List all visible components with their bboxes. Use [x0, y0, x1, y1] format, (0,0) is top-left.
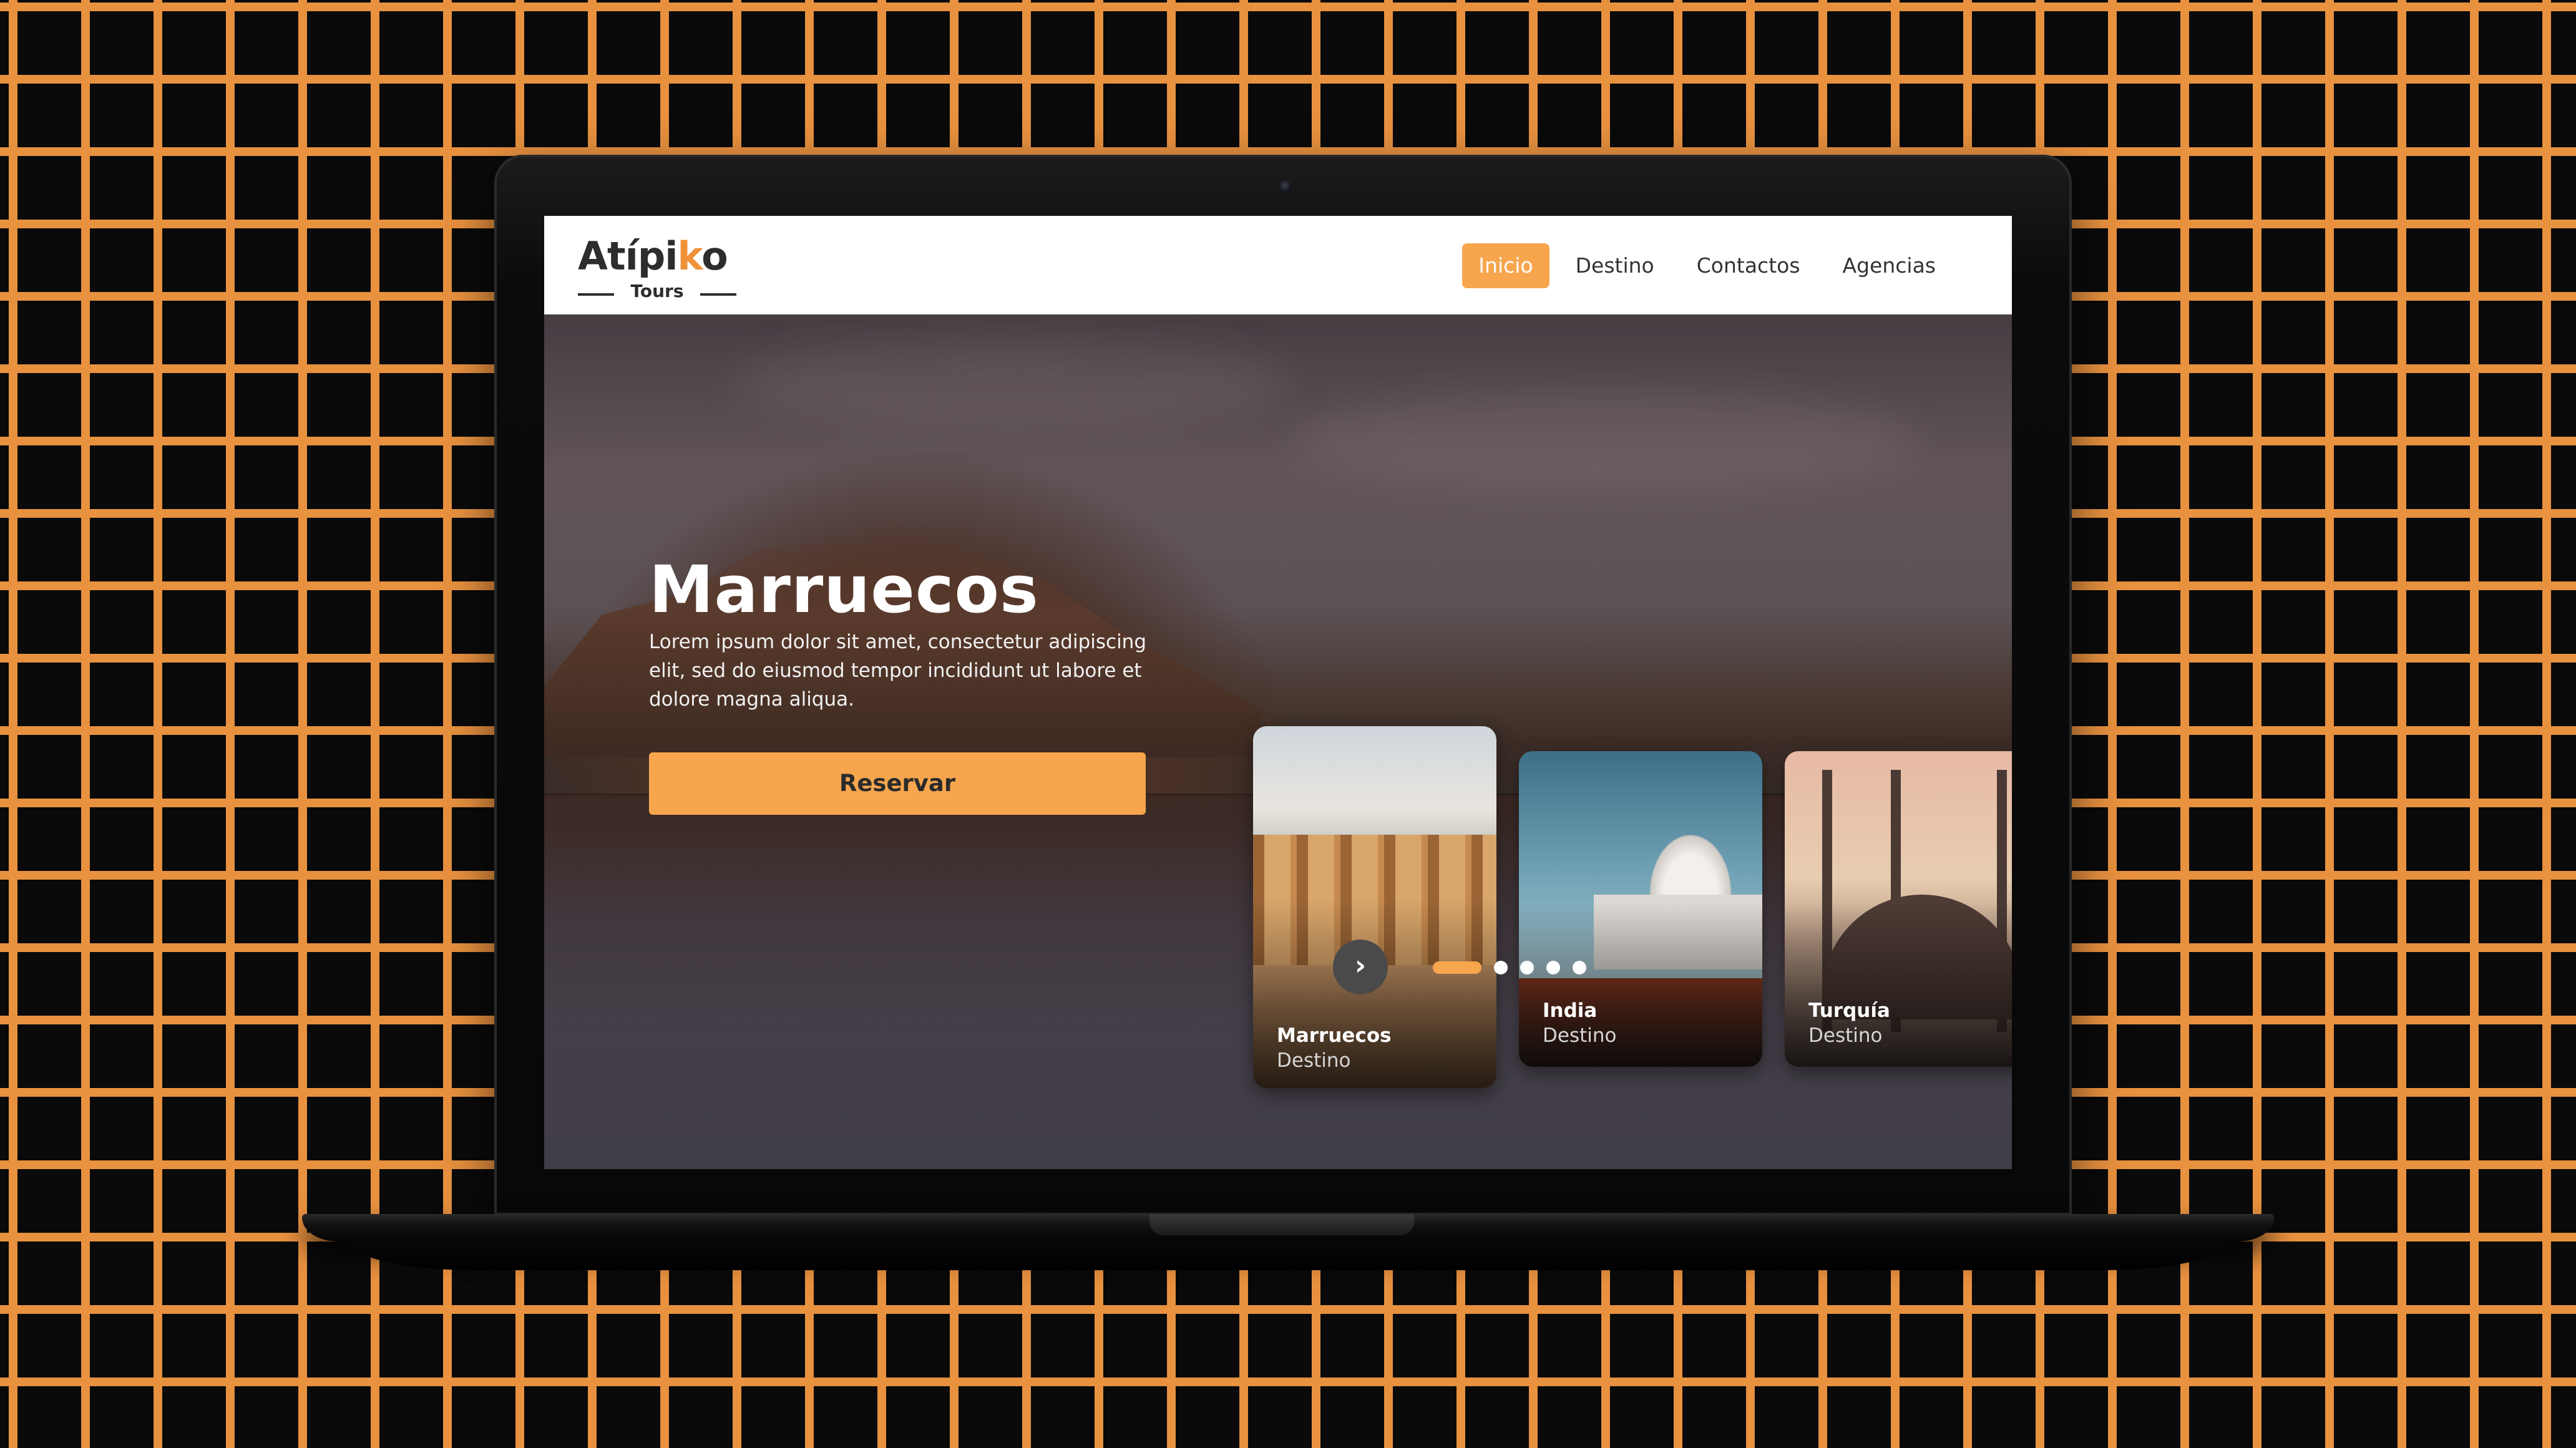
brand-tagline: Tours	[630, 281, 684, 301]
slider-dot[interactable]	[1520, 961, 1534, 974]
card-subtitle: Destino	[1543, 1024, 1617, 1047]
slider-dot[interactable]	[1573, 961, 1586, 974]
camera-icon	[1278, 178, 1294, 195]
card-subtitle: Destino	[1277, 1049, 1351, 1072]
slider-next-button[interactable]: ›	[1333, 940, 1388, 994]
slider-dot-active[interactable]	[1433, 961, 1481, 974]
nav-item-agencias[interactable]: Agencias	[1827, 243, 1952, 288]
brand-name-suffix: o	[701, 233, 728, 279]
hero-section: Marruecos Lorem ipsum dolor sit amet, co…	[544, 314, 2012, 1169]
slider-dot[interactable]	[1494, 961, 1508, 974]
hero-cloud	[1293, 389, 1917, 489]
nav-item-inicio[interactable]: Inicio	[1462, 243, 1549, 288]
brand-name-prefix: Atípi	[578, 233, 678, 279]
brand-name: Atípiko	[578, 233, 728, 279]
brand-name-k: k	[677, 233, 703, 279]
destination-card-marruecos[interactable]: Marruecos Destino	[1253, 726, 1496, 1088]
laptop-base-shadow	[349, 1241, 2228, 1270]
hero-title: Marruecos	[649, 552, 1039, 628]
brand-logo[interactable]: Atípiko Tours	[578, 233, 740, 302]
hero-cloud	[731, 339, 1293, 427]
destination-card-turquia[interactable]: Turquía Destino	[1785, 751, 2012, 1067]
slider-dot[interactable]	[1546, 961, 1560, 974]
book-button[interactable]: Reservar	[649, 752, 1146, 815]
hero-description: Lorem ipsum dolor sit amet, consectetur …	[649, 631, 1147, 711]
card-title: Marruecos	[1277, 1024, 1392, 1047]
card-subtitle: Destino	[1808, 1024, 1883, 1047]
slider-pagination	[1433, 961, 1586, 974]
card-title: India	[1543, 999, 1598, 1022]
site-header: Atípiko Tours Inicio Destino Contactos A…	[544, 216, 2012, 314]
nav-item-contactos[interactable]: Contactos	[1681, 243, 1817, 288]
laptop-screen: Atípiko Tours Inicio Destino Contactos A…	[544, 216, 2012, 1169]
card-title: Turquía	[1808, 999, 1890, 1022]
nav-item-destino[interactable]: Destino	[1559, 243, 1671, 288]
main-nav: Inicio Destino Contactos Agencias	[1462, 243, 1952, 288]
destination-card-india[interactable]: India Destino	[1519, 751, 1762, 1067]
chevron-right-icon: ›	[1354, 950, 1367, 981]
logo-divider-right	[700, 293, 736, 296]
laptop-notch	[1149, 1214, 1414, 1235]
